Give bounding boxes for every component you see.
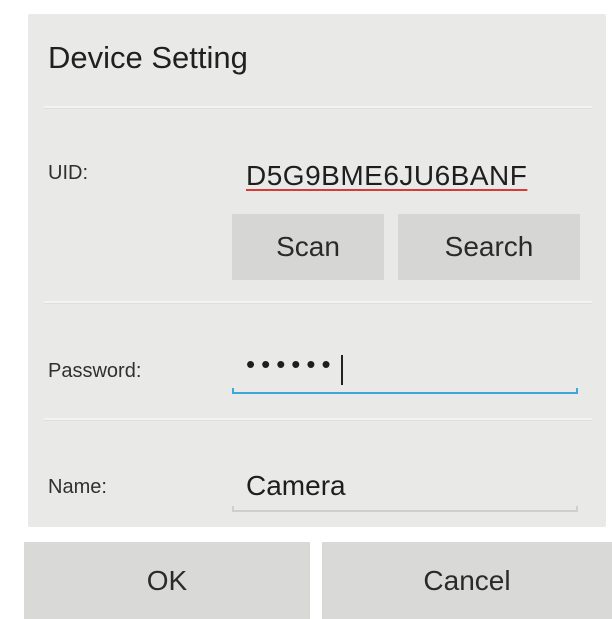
uid-field[interactable]: D5G9BME6JU6BANF xyxy=(232,152,578,202)
password-field[interactable]: •••••• xyxy=(232,344,578,394)
device-setting-dialog: Device Setting UID: D5G9BME6JU6BANF Scan… xyxy=(28,14,606,527)
password-label: Password: xyxy=(48,360,142,382)
name-value[interactable]: Camera xyxy=(246,470,576,502)
uid-label: UID: xyxy=(48,162,88,184)
password-value[interactable]: •••••• xyxy=(246,352,576,385)
dialog-title: Device Setting xyxy=(48,40,248,75)
cancel-button[interactable]: Cancel xyxy=(322,542,612,619)
scan-button[interactable]: Scan xyxy=(232,214,384,280)
text-caret xyxy=(340,354,343,385)
uid-value[interactable]: D5G9BME6JU6BANF xyxy=(246,160,576,192)
password-underline xyxy=(232,388,578,394)
password-divider xyxy=(44,418,592,421)
name-field[interactable]: Camera xyxy=(232,462,578,512)
title-divider xyxy=(44,106,592,109)
uid-divider xyxy=(44,301,592,304)
password-dots: •••••• xyxy=(246,352,337,379)
name-underline xyxy=(232,506,578,512)
name-label: Name: xyxy=(48,476,107,498)
ok-button[interactable]: OK xyxy=(24,542,310,619)
search-button[interactable]: Search xyxy=(398,214,580,280)
